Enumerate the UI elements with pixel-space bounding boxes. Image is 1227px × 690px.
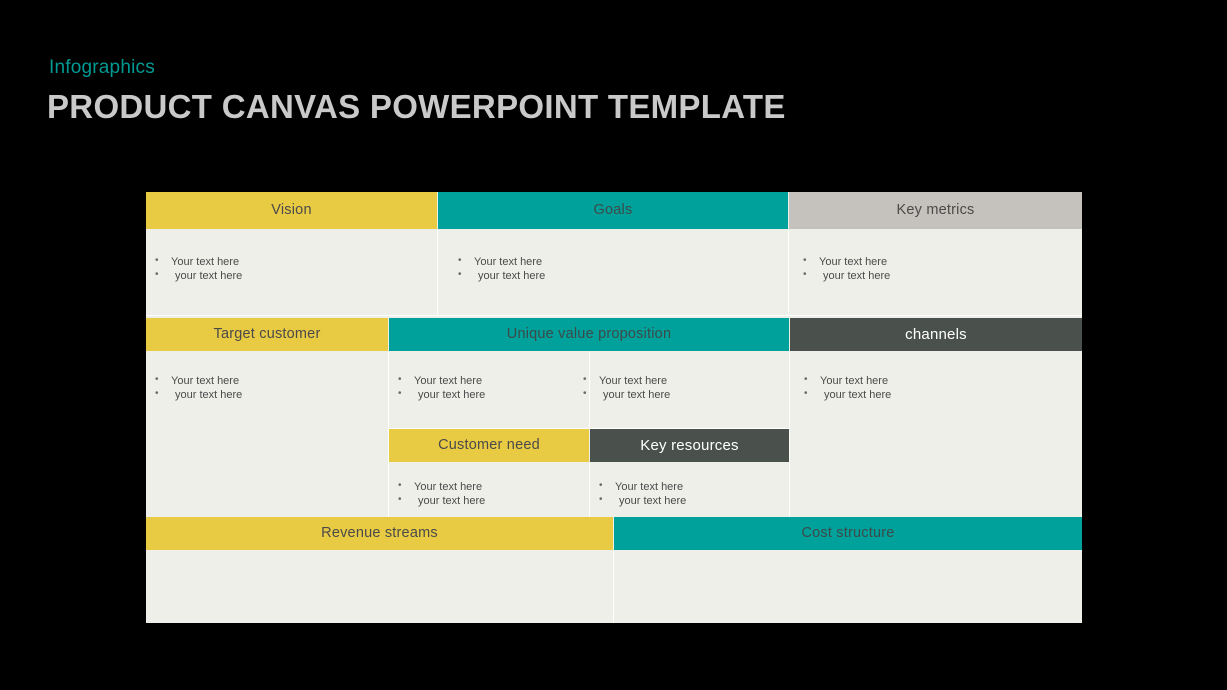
bullet-list-uvp-left: Your text here your text here (398, 373, 485, 402)
bullet-list-key-metrics: Your text here your text here (803, 254, 890, 283)
list-item: Your text here (803, 254, 890, 269)
list-item: your text here (155, 387, 242, 402)
divider (589, 352, 590, 429)
header-customer-need[interactable]: Customer need (389, 429, 589, 462)
divider (389, 428, 789, 429)
bullet-list-vision: Your text here your text here (155, 254, 242, 283)
cell-target-customer-body: Your text here your text here (146, 352, 388, 525)
list-item: your text here (804, 387, 891, 402)
list-item: your text here (398, 387, 485, 402)
list-item: Your text here (398, 479, 485, 494)
list-item: your text here (458, 268, 545, 283)
page-title: PRODUCT CANVAS POWERPOINT TEMPLATE (47, 88, 786, 125)
header-unique-value-proposition[interactable]: Unique value proposition (389, 318, 789, 351)
list-item: Your text here (599, 479, 686, 494)
divider (789, 352, 790, 525)
bullet-list-channels: Your text here your text here (804, 373, 891, 402)
list-item: Your text here (155, 254, 242, 269)
product-canvas-diagram: Vision Goals Key metrics Your text here … (146, 192, 1082, 623)
cell-revenue-streams-body (146, 551, 613, 623)
header-revenue-streams-label: Revenue streams (321, 525, 438, 542)
header-cost-structure[interactable]: Cost structure (614, 517, 1082, 550)
header-customer-need-label: Customer need (438, 437, 540, 454)
divider (437, 230, 438, 315)
header-key-resources-label: Key resources (640, 437, 739, 454)
divider (613, 551, 614, 623)
header-goals-label: Goals (593, 202, 633, 219)
divider (589, 463, 590, 525)
list-item: Your text here (458, 254, 545, 269)
header-channels[interactable]: channels (790, 318, 1082, 351)
bullet-list-uvp-right: Your text here your text here (583, 373, 670, 402)
list-item: your text here (599, 493, 686, 508)
bullet-list-customer-need: Your text here your text here (398, 479, 485, 508)
header-unique-value-proposition-label: Unique value proposition (506, 326, 672, 343)
header-target-customer-label: Target customer (213, 326, 321, 343)
header-target-customer[interactable]: Target customer (146, 318, 388, 351)
list-item: your text here (803, 268, 890, 283)
list-item: your text here (583, 387, 670, 402)
cell-key-metrics-body: Your text here your text here (789, 230, 1082, 315)
header-key-metrics[interactable]: Key metrics (789, 192, 1082, 229)
cell-cost-structure-body (614, 551, 1082, 623)
header-key-metrics-label: Key metrics (896, 202, 975, 219)
list-item: Your text here (804, 373, 891, 388)
header-goals[interactable]: Goals (438, 192, 788, 229)
header-cost-structure-label: Cost structure (801, 525, 895, 542)
list-item: Your text here (583, 373, 670, 388)
header-revenue-streams[interactable]: Revenue streams (146, 517, 613, 550)
header-vision[interactable]: Vision (146, 192, 437, 229)
bullet-list-target-customer: Your text here your text here (155, 373, 242, 402)
header-vision-label: Vision (271, 202, 312, 219)
header-channels-label: channels (905, 326, 967, 343)
bullet-list-key-resources: Your text here your text here (599, 479, 686, 508)
list-item: Your text here (398, 373, 485, 388)
slide: Infographics PRODUCT CANVAS POWERPOINT T… (0, 0, 1227, 690)
header-key-resources[interactable]: Key resources (590, 429, 789, 462)
cell-channels-body: Your text here your text here (790, 352, 1082, 525)
cell-vision-body: Your text here your text here (146, 230, 437, 315)
cell-customer-need-body: Your text here your text here (389, 463, 589, 525)
cell-goals-body: Your text here your text here (438, 230, 788, 315)
divider (388, 352, 389, 525)
list-item: Your text here (155, 373, 242, 388)
divider (788, 230, 789, 315)
slide-eyebrow: Infographics (49, 57, 155, 78)
cell-key-resources-body: Your text here your text here (590, 463, 789, 525)
divider (146, 315, 1082, 316)
list-item: your text here (398, 493, 485, 508)
bullet-list-goals: Your text here your text here (458, 254, 545, 283)
list-item: your text here (155, 268, 242, 283)
